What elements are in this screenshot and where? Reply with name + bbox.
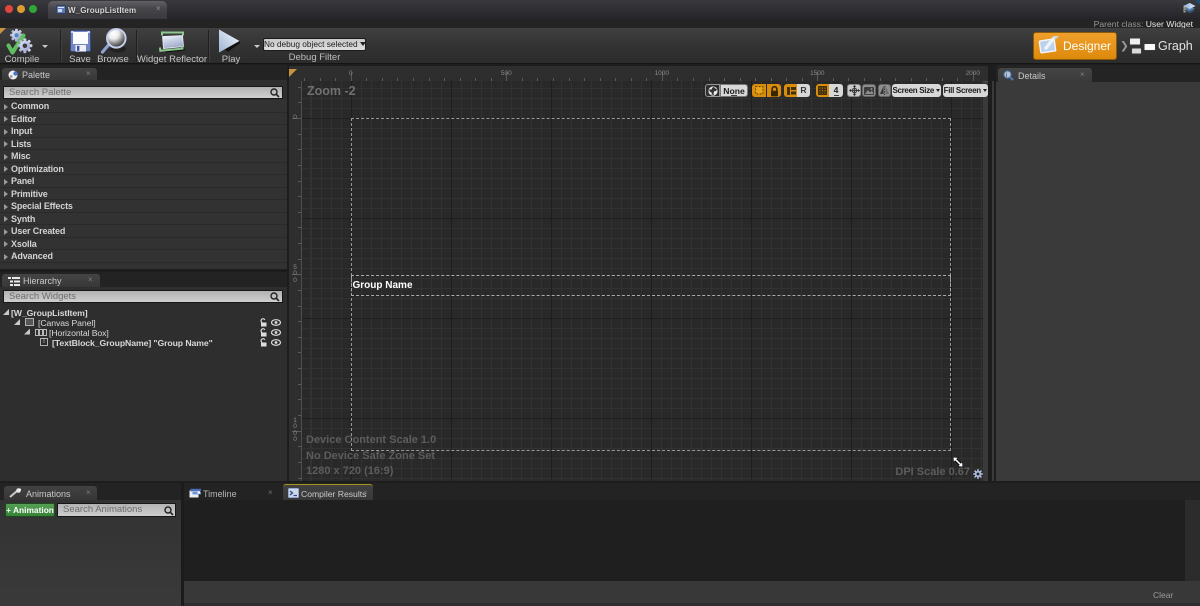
- svg-text:i: i: [1006, 73, 1007, 79]
